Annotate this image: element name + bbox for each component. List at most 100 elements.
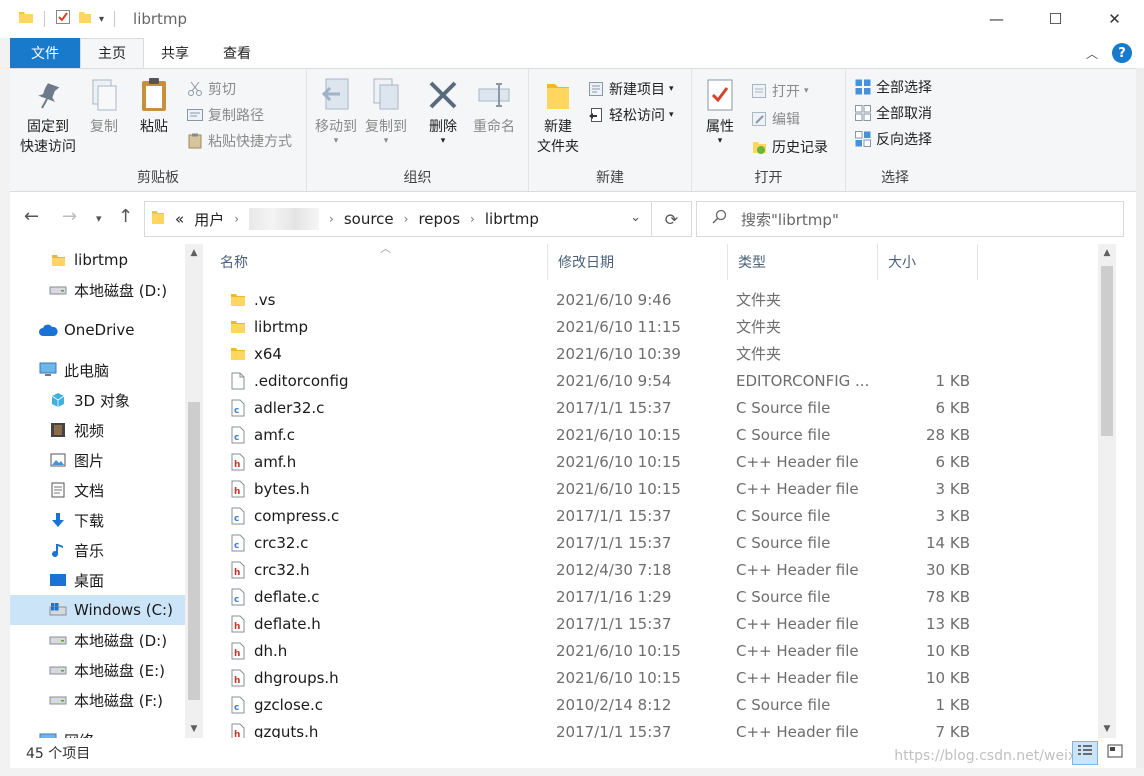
recent-locations-icon[interactable]: ▾ [96, 212, 102, 225]
file-row[interactable]: hdeflate.h2017/1/1 15:37C++ Header file1… [210, 610, 1116, 637]
copy-button[interactable]: 复制 [84, 77, 124, 137]
nav-item-drive-f[interactable]: 本地磁盘 (F:) [10, 685, 185, 715]
nav-item-downloads[interactable]: 下载 [10, 505, 185, 535]
nav-item-3d-objects[interactable]: 3D 对象 [10, 385, 185, 415]
address-bar[interactable]: « 用户 › › source › repos › librtmp ⌄ [144, 201, 652, 237]
scroll-up-icon[interactable]: ▲ [1098, 244, 1116, 261]
rename-button[interactable]: 重命名 [469, 77, 519, 137]
copy-path-button[interactable]: 复制路径 [186, 105, 264, 125]
file-row[interactable]: hdhgroups.h2021/6/10 10:15C++ Header fil… [210, 664, 1116, 691]
new-item-button[interactable]: 新建项目 ▾ [587, 79, 674, 99]
file-name: compress.c [254, 507, 339, 525]
file-list-scroll-thumb[interactable] [1101, 266, 1113, 436]
paste-button[interactable]: 粘贴 [134, 77, 174, 137]
chevron-right-icon[interactable]: › [329, 212, 334, 226]
details-view-button[interactable] [1072, 741, 1098, 765]
properties-button[interactable]: 属性 ▾ [700, 77, 740, 145]
large-icons-view-button[interactable] [1102, 741, 1128, 765]
nav-item-drive-d[interactable]: 本地磁盘 (D:) [10, 625, 185, 655]
collapse-ribbon-icon[interactable]: ︿ [1086, 45, 1098, 62]
file-row[interactable]: x642021/6/10 10:39文件夹 [210, 340, 1116, 367]
nav-item-librtmp[interactable]: librtmp [10, 245, 185, 275]
breadcrumb-overflow[interactable]: « [175, 210, 184, 228]
file-row[interactable]: cadler32.c2017/1/1 15:37C Source file6 K… [210, 394, 1116, 421]
chevron-right-icon[interactable]: › [470, 212, 475, 226]
column-name[interactable]: 名称 [210, 244, 548, 280]
file-row[interactable]: librtmp2021/6/10 11:15文件夹 [210, 313, 1116, 340]
cut-button[interactable]: 剪切 [186, 79, 236, 99]
select-all-button[interactable]: 全部选择 [854, 77, 932, 97]
move-to-button[interactable]: 移动到 ▾ [313, 77, 359, 145]
file-row[interactable]: hdh.h2021/6/10 10:15C++ Header file10 KB [210, 637, 1116, 664]
file-date: 2021/6/10 9:54 [556, 367, 726, 394]
scroll-up-icon[interactable]: ▲ [185, 244, 203, 261]
nav-item-windows-c[interactable]: Windows (C:) [10, 595, 185, 625]
search-box[interactable]: 搜索"librtmp" [696, 201, 1124, 237]
file-row[interactable]: cdeflate.c2017/1/16 1:29C Source file78 … [210, 583, 1116, 610]
nav-item-this-pc[interactable]: 此电脑 [10, 355, 185, 385]
nav-item-videos[interactable]: 视频 [10, 415, 185, 445]
back-icon[interactable]: ← [24, 206, 39, 227]
file-list-scrollbar[interactable]: ▲ ▼ [1098, 244, 1116, 738]
tab-home[interactable]: 主页 [80, 38, 144, 68]
breadcrumb-librtmp[interactable]: librtmp [485, 210, 539, 228]
nav-item-onedrive[interactable]: OneDrive [10, 315, 185, 345]
column-date[interactable]: 修改日期 [548, 244, 728, 280]
history-button[interactable]: 历史记录 [750, 137, 828, 157]
breadcrumb-source[interactable]: source [344, 210, 394, 228]
nav-item-drive-d-quick[interactable]: 本地磁盘 (D:) [10, 275, 185, 305]
scroll-down-icon[interactable]: ▼ [185, 720, 203, 737]
new-folder-icon[interactable] [77, 9, 93, 29]
nav-pane-scroll-thumb[interactable] [188, 402, 200, 700]
chevron-right-icon[interactable]: › [404, 212, 409, 226]
file-row[interactable]: cgzclose.c2010/2/14 8:12C Source file1 K… [210, 691, 1116, 718]
file-row[interactable]: camf.c2021/6/10 10:15C Source file28 KB [210, 421, 1116, 448]
tab-view[interactable]: 查看 [206, 38, 268, 68]
column-type[interactable]: 类型 [728, 244, 878, 280]
nav-item-desktop[interactable]: 桌面 [10, 565, 185, 595]
chevron-right-icon[interactable]: › [234, 212, 239, 226]
scroll-down-icon[interactable]: ▼ [1098, 720, 1116, 737]
nav-item-network[interactable]: 网络 [10, 725, 185, 738]
pin-to-quick-access-button[interactable]: 固定到 快速访问 [16, 77, 80, 157]
file-row[interactable]: ccrc32.c2017/1/1 15:37C Source file14 KB [210, 529, 1116, 556]
maximize-button[interactable]: ☐ [1026, 0, 1085, 38]
delete-icon [425, 77, 461, 113]
refresh-button[interactable]: ⟳ [652, 201, 692, 237]
file-row[interactable]: hgzguts.h2017/1/1 15:37C++ Header file7 … [210, 718, 1116, 738]
minimize-button[interactable]: — [967, 0, 1026, 38]
file-row[interactable]: ccompress.c2017/1/1 15:37C Source file3 … [210, 502, 1116, 529]
help-icon[interactable]: ? [1112, 43, 1132, 63]
open-button[interactable]: 打开 ▾ [750, 81, 809, 101]
nav-item-documents[interactable]: 文档 [10, 475, 185, 505]
tab-file[interactable]: 文件 [10, 38, 80, 68]
file-row[interactable]: hbytes.h2021/6/10 10:15C++ Header file3 … [210, 475, 1116, 502]
file-row[interactable]: hcrc32.h2012/4/30 7:18C++ Header file30 … [210, 556, 1116, 583]
breadcrumb-users[interactable]: 用户 [194, 209, 224, 230]
file-row[interactable]: .vs2021/6/10 9:46文件夹 [210, 286, 1116, 313]
column-size[interactable]: 大小 [878, 244, 978, 280]
paste-shortcut-button[interactable]: 粘贴快捷方式 [186, 131, 292, 151]
file-row[interactable]: hamf.h2021/6/10 10:15C++ Header file6 KB [210, 448, 1116, 475]
easy-access-button[interactable]: 轻松访问 ▾ [587, 105, 674, 125]
nav-pane-scrollbar[interactable]: ▲ ▼ [185, 244, 203, 738]
nav-item-pictures[interactable]: 图片 [10, 445, 185, 475]
invert-selection-button[interactable]: 反向选择 [854, 129, 932, 149]
close-button[interactable]: ✕ [1085, 0, 1144, 38]
customize-qat-icon[interactable]: ▾ [99, 14, 104, 25]
breadcrumb-repos[interactable]: repos [418, 210, 460, 228]
properties-icon[interactable] [55, 9, 71, 29]
tab-share[interactable]: 共享 [144, 38, 206, 68]
copy-to-button[interactable]: 复制到 ▾ [363, 77, 409, 145]
up-icon[interactable]: ↑ [118, 206, 133, 227]
background-bottom-edge [0, 768, 1144, 776]
nav-item-drive-e[interactable]: 本地磁盘 (E:) [10, 655, 185, 685]
address-dropdown-icon[interactable]: ⌄ [630, 210, 641, 225]
delete-button[interactable]: 删除 ▾ [425, 77, 461, 145]
file-row[interactable]: .editorconfig2021/6/10 9:54EDITORCONFIG … [210, 367, 1116, 394]
forward-icon[interactable]: → [62, 206, 77, 227]
new-folder-button[interactable]: 新建 文件夹 [533, 77, 583, 157]
select-none-button[interactable]: 全部取消 [854, 103, 932, 123]
nav-item-music[interactable]: 音乐 [10, 535, 185, 565]
edit-button[interactable]: 编辑 [750, 109, 800, 129]
